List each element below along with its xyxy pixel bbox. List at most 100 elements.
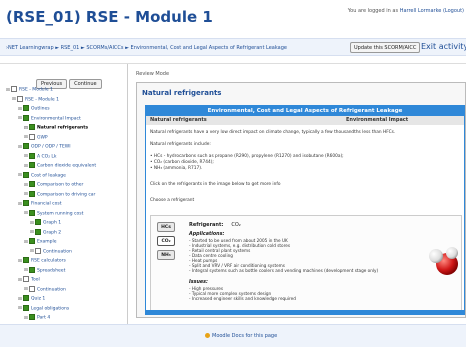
update-scorm-button[interactable]: Update this SCORM/AICC [350,42,421,53]
toc-item[interactable]: ⊟ ODP / ODP / TEWI [18,143,71,151]
toc-item-label[interactable]: Quiz 1 [31,297,45,302]
content-frame: Natural refrigerants Environmental, Cost… [136,82,466,318]
toc-item-label[interactable]: Legal obligations [31,306,69,311]
toc-item-label[interactable]: System running cost [37,211,83,216]
co2-button[interactable]: CO₂ [157,236,175,246]
refrigerant-heading: Refrigerant: CO₂ [189,222,241,228]
toc-item[interactable]: ⊟ Carbon dioxide equivalent [24,162,96,170]
moodle-docs-link[interactable]: Moodle Docs for this page [205,333,277,339]
toc-item-label[interactable]: Tool [31,278,40,283]
complete-status-icon [29,124,35,130]
toc-item-label[interactable]: RSE - Module 1 [25,97,59,102]
toc-item[interactable]: ⊟ RSE calculators [18,257,66,265]
toc-item-label[interactable]: Graph 1 [43,221,61,226]
toc-item[interactable]: ⊟ A CO₂ Lk [24,152,57,161]
issues-label: Issues: [189,280,208,285]
paragraph-intro: Natural refrigerants have a very low dir… [150,130,396,135]
toc-item-label[interactable]: Comparison to other [37,183,83,188]
toc-item[interactable]: ⊟ Comparison to driving car [24,190,95,199]
toc-item[interactable]: ⊟ Cost of leakage [18,171,66,180]
incomplete-status-icon [29,133,35,140]
toc-item-label[interactable]: Part 4 [37,316,50,321]
toc-item[interactable]: ⊟ Environmental Impact [18,114,81,123]
complete-status-icon [23,143,29,149]
toc-item-label[interactable]: ODP / ODP / TEWI [31,145,71,150]
toc-panel: Previous Continue ⊟ RSE - Module 1 ⊟ RSE - M… [0,64,128,324]
continue-button[interactable]: Continue [69,79,102,89]
toc-item-label[interactable]: Natural refrigerants [37,126,88,131]
toc-item-label[interactable]: Example [37,240,57,245]
course-title[interactable]: (RSE_01) RSE - Module 1 [6,8,213,26]
toc-item-label[interactable]: Carbon dioxide equivalent [37,164,96,169]
refrigerant-label: Refrigerant: [189,222,224,228]
col-header-left: Natural refrigerants [150,117,207,123]
complete-status-icon [23,257,29,263]
navbar: ›NET Learningwrap ► RSE_01 ► SCORMs/AICC… [0,38,466,56]
toc-item-label[interactable]: GWP [37,135,48,140]
paragraph-click: Click on the refrigerants in the image b… [150,182,281,187]
toc-item-label[interactable]: Outlines [31,107,50,112]
toc-item-label[interactable]: RSE - Module 1 [19,88,53,93]
toc-item-label[interactable]: Graph 2 [43,230,61,235]
toc-item-label[interactable]: RSE calculators [31,259,66,264]
help-icon [205,333,210,338]
complete-status-icon [23,304,29,311]
applications-label: Applications: [189,232,225,237]
incomplete-status-icon [11,86,17,92]
hcs-button[interactable]: HCs [157,222,175,232]
lesson-panel: Environmental, Cost and Legal Aspects of… [145,105,465,315]
complete-status-icon [35,228,41,235]
nh3-button[interactable]: NH₃ [157,250,175,260]
toc-item-label[interactable]: Financial cost [31,202,61,207]
toc-item[interactable]: ⊟ Tool [18,276,40,284]
toc-item-label[interactable]: Environmental Impact [31,116,81,121]
exit-activity-link[interactable]: Exit activity [421,42,466,51]
page-footer: Moodle Docs for this page [0,324,466,347]
toc-item[interactable]: ⊟ System running cost [24,209,83,218]
toc-item[interactable]: ⊟ Legal obligations [18,304,69,313]
login-info: You are logged in as Harrell Lormarke (L… [348,8,464,14]
choose-label: Choose a refrigerant [150,198,195,203]
toc-item[interactable]: ⊟ Graph 2 [30,228,61,237]
moodle-docs-label[interactable]: Moodle Docs for this page [212,333,277,339]
bullet-item: • NH₃ (ammonia, R717). [150,166,203,171]
lesson-footer-bar [146,310,464,314]
col-header-right: Environmental Impact [346,117,409,123]
complete-status-icon [29,152,35,159]
co2-molecule-icon [429,247,458,275]
toc-item[interactable]: ⊟ Graph 1 [30,219,61,227]
toc-item-label[interactable]: A CO₂ Lk [37,154,57,159]
toc-item[interactable]: ⊟ Outlines [18,105,50,113]
toc-item-label[interactable]: Continuation [37,287,66,292]
toc-item[interactable]: ⊟ Comparison to other [24,181,83,189]
toc-item[interactable]: ⊟ Financial cost [18,200,61,208]
toc-item[interactable]: ⊟ Part 4 [24,314,50,322]
complete-status-icon [29,238,35,244]
incomplete-status-icon [17,95,23,102]
toc-item[interactable]: ⊟ Continuation [24,285,66,294]
toc-item[interactable]: ⊟ Example [24,238,57,246]
incomplete-status-icon [35,247,41,254]
frame-title: Natural refrigerants [142,89,222,97]
complete-status-icon [29,209,35,216]
toc-item[interactable]: ⊟ Continuation [30,247,72,256]
toc-item[interactable]: ⊟ RSE - Module 1 [12,95,59,104]
content-panel: Review Mode Natural refrigerants Environ… [130,64,466,324]
toc-item[interactable]: ⊟ Natural refrigerants [24,124,88,132]
toc-item[interactable]: ⊟ Spreadsheet [24,266,65,275]
toc-item[interactable]: ⊟ Quiz 1 [18,295,45,303]
toc-item-label[interactable]: Continuation [43,249,72,254]
page-header: (RSE_01) RSE - Module 1 You are logged i… [0,0,466,64]
toc-item-label[interactable]: Comparison to driving car [37,192,95,197]
toc-item[interactable]: ⊟ GWP [24,133,48,142]
complete-status-icon [35,219,41,225]
toc-item[interactable]: ⊟ RSE - Module 1 [6,86,53,94]
incomplete-status-icon [23,276,29,282]
refrigerant-chooser: HCs CO₂ NH₃ Refrigerant: CO₂ Applications… [150,215,462,311]
toc-item-label[interactable]: Spreadsheet [37,268,65,273]
complete-status-icon [29,162,35,168]
user-link[interactable]: Harrell Lormarke (Logout) [400,8,464,14]
paragraph-include: Natural refrigerants include: [150,142,211,147]
toc-item-label[interactable]: Cost of leakage [31,173,66,178]
breadcrumb[interactable]: ›NET Learningwrap ► RSE_01 ► SCORMs/AICC… [6,45,287,51]
